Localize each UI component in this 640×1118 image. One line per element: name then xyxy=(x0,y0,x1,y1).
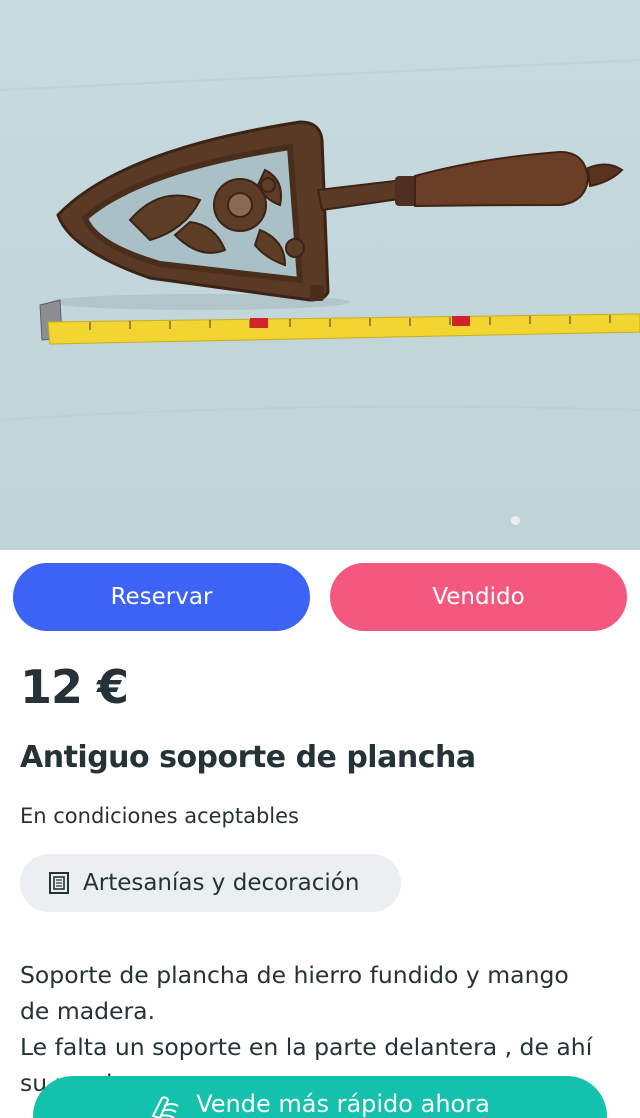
description-line: Soporte de plancha de hierro fundido y m… xyxy=(20,961,569,989)
product-title: Antiguo soporte de plancha xyxy=(20,740,476,775)
description-line: Le falta un soporte en la parte delanter… xyxy=(20,1033,593,1061)
wing-icon xyxy=(151,1096,179,1118)
product-photo[interactable] xyxy=(0,0,640,550)
carousel-indicator[interactable] xyxy=(511,516,520,525)
iron-stand-image xyxy=(0,59,640,421)
product-detail-screen: Reservar Vendido 12 € Antiguo soporte de… xyxy=(0,0,640,1118)
description-line: de madera. xyxy=(20,997,156,1025)
product-condition: En condiciones aceptables xyxy=(20,804,299,828)
sold-button[interactable]: Vendido xyxy=(330,563,627,631)
sell-faster-button[interactable]: Vende más rápido ahora xyxy=(33,1076,607,1118)
frame-icon xyxy=(49,872,69,894)
category-label: Artesanías y decoración xyxy=(83,870,360,896)
reserve-button[interactable]: Reservar xyxy=(13,563,310,631)
sell-faster-label: Vende más rápido ahora xyxy=(196,1090,490,1118)
product-price: 12 € xyxy=(20,660,129,714)
category-chip[interactable]: Artesanías y decoración xyxy=(20,854,401,912)
